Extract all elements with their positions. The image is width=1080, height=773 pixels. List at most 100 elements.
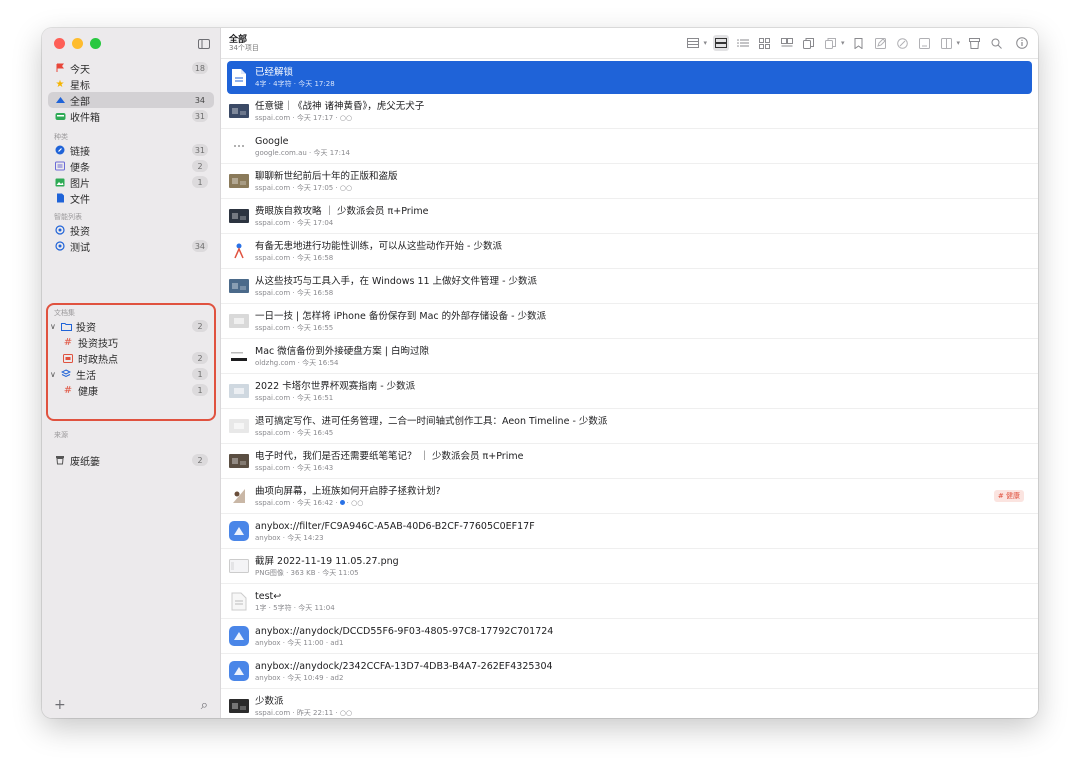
link-icon xyxy=(54,144,66,156)
list-item-selected[interactable]: 已经解锁 4字 · 4字符 · 今天 17:28 xyxy=(227,61,1032,94)
sidebar-item-today[interactable]: 今天 18 xyxy=(48,60,214,76)
sidebar-item-trash[interactable]: 废纸篓 2 xyxy=(48,452,214,468)
section-header-types: 种类 xyxy=(54,133,68,141)
item-meta: sspai.com · 今天 17:04 xyxy=(255,218,334,227)
item-title: Mac 微信备份到外接硬盘方案 | 白昫过隙 xyxy=(255,345,430,357)
trash-icon xyxy=(54,454,66,466)
chevron-down-icon[interactable]: ∨ xyxy=(50,370,58,379)
list-item[interactable]: 有备无患地进行功能性训练，可以从这些动作开始 - 少数派 sspai.com · … xyxy=(221,234,1038,269)
list-item[interactable]: Mac 微信备份到外接硬盘方案 | 白昫过隙 oldzhg.com · 今天 16… xyxy=(221,339,1038,374)
list-item[interactable]: 费眼族自救攻略 ｜ 少数派会员 π+Prime sspai.com · 今天 17… xyxy=(221,199,1038,234)
list-item[interactable]: 电子时代，我们是否还需要纸笔笔记？ ｜ 少数派会员 π+Prime sspai.c… xyxy=(221,444,1038,479)
item-meta: sspai.com · 今天 16:58 xyxy=(255,288,334,297)
blue-dot-icon xyxy=(339,500,345,505)
list-item[interactable]: anybox://anydock/DCCD55F6-9F03-4805-97C8… xyxy=(221,619,1038,654)
trash-icon[interactable] xyxy=(966,35,982,51)
edit-note-icon[interactable] xyxy=(872,35,888,51)
list-item[interactable]: 聊聊新世纪前后十年的正版和盗版 sspai.com · 今天 17:05 · ○○ xyxy=(221,164,1038,199)
copy-icon[interactable] xyxy=(801,35,817,51)
item-title: 从这些技巧与工具入手，在 Windows 11 上做好文件管理 - 少数派 xyxy=(255,275,538,287)
sidebar-item-collection-invest[interactable]: ∨ 投资 2 xyxy=(48,318,214,334)
list-item[interactable]: 任意键｜《战神 诸神黄昏》，虎父无犬子 sspai.com · 今天 17:17 … xyxy=(221,94,1038,129)
list-item[interactable]: anybox://filter/FC9A946C-A5AB-40D6-B2CF-… xyxy=(221,514,1038,549)
grid-view-icon[interactable] xyxy=(757,35,773,51)
item-title: 有备无患地进行功能性训练，可以从这些动作开始 - 少数派 xyxy=(255,240,502,252)
tag-badge[interactable]: # 健康 xyxy=(993,490,1024,502)
item-text: 聊聊新世纪前后十年的正版和盗版 sspai.com · 今天 17:05 · ○○ xyxy=(255,170,398,193)
list-item[interactable]: 截屏 2022-11-19 11.05.27.png PNG图像 · 363 KB… xyxy=(221,549,1038,584)
list-item[interactable]: 退可搞定写作、进可任务管理，二合一时间轴式创作工具：Aeon Timeline … xyxy=(221,409,1038,444)
item-title: 退可搞定写作、进可任务管理，二合一时间轴式创作工具：Aeon Timeline … xyxy=(255,415,608,427)
sidebar: 今天 18 ★ 星标 全部 34 收件箱 31 种类 链接 31 便条 2 图片… xyxy=(42,28,221,718)
list-item[interactable]: test↩ 1字 · 5字符 · 今天 11:04 xyxy=(221,584,1038,619)
item-title: 任意键｜《战神 诸神黄昏》，虎父无犬子 xyxy=(255,100,425,112)
search-icon[interactable] xyxy=(988,35,1004,51)
sidebar-trash-section: 废纸篓 2 xyxy=(42,452,220,468)
item-text: 曲项向屏幕，上班族如何开启脖子拯救计划? sspai.com · 今天 16:42… xyxy=(255,485,441,508)
duplicate-icon[interactable] xyxy=(823,35,839,51)
item-meta: oldzhg.com · 今天 16:54 xyxy=(255,358,339,367)
sidebar-item-notes[interactable]: 便条 2 xyxy=(48,158,214,174)
tag-edit-icon[interactable] xyxy=(894,35,910,51)
chevron-down-icon[interactable]: ▾ xyxy=(956,39,960,47)
list-item[interactable]: 2022 卡塔尔世界杯观赛指南 - 少数派 sspai.com · 今天 16:5… xyxy=(221,374,1038,409)
cloud-icon xyxy=(54,94,66,106)
sidebar-toggle-icon[interactable] xyxy=(197,36,211,50)
chevron-down-icon[interactable]: ∨ xyxy=(50,322,58,331)
close-window-button[interactable] xyxy=(54,38,65,49)
item-title: anybox://filter/FC9A946C-A5AB-40D6-B2CF-… xyxy=(255,520,535,532)
tray-icon xyxy=(62,352,74,364)
list-view-icon[interactable] xyxy=(735,35,751,51)
item-title: 2022 卡塔尔世界杯观赛指南 - 少数派 xyxy=(255,380,416,392)
list-item[interactable]: Google google.com.au · 今天 17:14 xyxy=(221,129,1038,164)
item-thumbnail xyxy=(229,241,249,261)
hash-icon: # xyxy=(63,336,73,348)
sidebar-item-smart-invest[interactable]: 投资 xyxy=(48,222,214,238)
info-icon[interactable] xyxy=(1014,35,1030,51)
sidebar-item-files[interactable]: 文件 xyxy=(48,190,214,206)
search-icon[interactable]: ⌕ xyxy=(201,698,208,713)
gallery-view-icon[interactable] xyxy=(779,35,795,51)
item-thumbnail xyxy=(229,591,249,611)
item-meta-suffix: · ○○ xyxy=(346,498,364,507)
sidebar-item-collection-life[interactable]: ∨ 生活 1 xyxy=(48,366,214,382)
item-text: anybox://filter/FC9A946C-A5AB-40D6-B2CF-… xyxy=(255,520,535,543)
collection-icon[interactable] xyxy=(938,35,954,51)
section-header-sources: 来源 xyxy=(54,431,68,439)
item-text: Google google.com.au · 今天 17:14 xyxy=(255,135,350,158)
sidebar-item-images[interactable]: 图片 1 xyxy=(48,174,214,190)
section-header-collections: 文档集 xyxy=(54,309,75,317)
sidebar-item-starred[interactable]: ★ 星标 xyxy=(48,76,214,92)
sidebar-item-all[interactable]: 全部 34 xyxy=(48,92,214,108)
sidebar-item-links[interactable]: 链接 31 xyxy=(48,142,214,158)
list-item[interactable]: 从这些技巧与工具入手，在 Windows 11 上做好文件管理 - 少数派 ssp… xyxy=(221,269,1038,304)
chevron-down-icon[interactable]: ▾ xyxy=(703,39,707,47)
zoom-window-button[interactable] xyxy=(90,38,101,49)
sidebar-item-collection-news[interactable]: 时政热点 2 xyxy=(48,350,214,366)
item-text: 有备无患地进行功能性训练，可以从这些动作开始 - 少数派 sspai.com · … xyxy=(255,240,502,263)
item-thumbnail xyxy=(229,416,249,436)
sidebar-item-collection-invest-tips[interactable]: # 投资技巧 xyxy=(48,334,214,350)
chevron-down-icon[interactable]: ▾ xyxy=(841,39,845,47)
minimize-window-button[interactable] xyxy=(72,38,83,49)
item-meta: PNG图像 · 363 KB · 今天 11:05 xyxy=(255,568,359,577)
file-icon xyxy=(54,192,66,204)
item-thumbnail xyxy=(229,276,249,296)
sidebar-item-smart-test[interactable]: 测试 34 xyxy=(48,238,214,254)
list-item[interactable]: 曲项向屏幕，上班族如何开启脖子拯救计划? sspai.com · 今天 16:42… xyxy=(221,479,1038,514)
list-item[interactable]: 一日一技 | 怎样将 iPhone 备份保存到 Mac 的外部存储设备 - 少数… xyxy=(221,304,1038,339)
compose-icon[interactable] xyxy=(916,35,932,51)
card-view-icon[interactable] xyxy=(712,35,729,51)
folder-icon xyxy=(60,320,72,332)
add-button[interactable]: + xyxy=(54,697,66,713)
bookmark-icon[interactable] xyxy=(850,35,866,51)
sidebar-item-inbox[interactable]: 收件箱 31 xyxy=(48,108,214,124)
item-title: 曲项向屏幕，上班族如何开启脖子拯救计划? xyxy=(255,485,441,497)
list-item[interactable]: 少数派 sspai.com · 昨天 22:11 · ○○ xyxy=(221,689,1038,718)
list-item[interactable]: anybox://anydock/2342CCFA-13D7-4DB3-B4A7… xyxy=(221,654,1038,689)
toolbar-icons: ▾ ▾ ▾ xyxy=(685,35,1030,51)
item-title: anybox://anydock/2342CCFA-13D7-4DB3-B4A7… xyxy=(255,660,553,672)
view-options-icon[interactable] xyxy=(685,35,701,51)
item-title: Google xyxy=(255,135,289,147)
sidebar-item-collection-health[interactable]: # 健康 1 xyxy=(48,382,214,398)
